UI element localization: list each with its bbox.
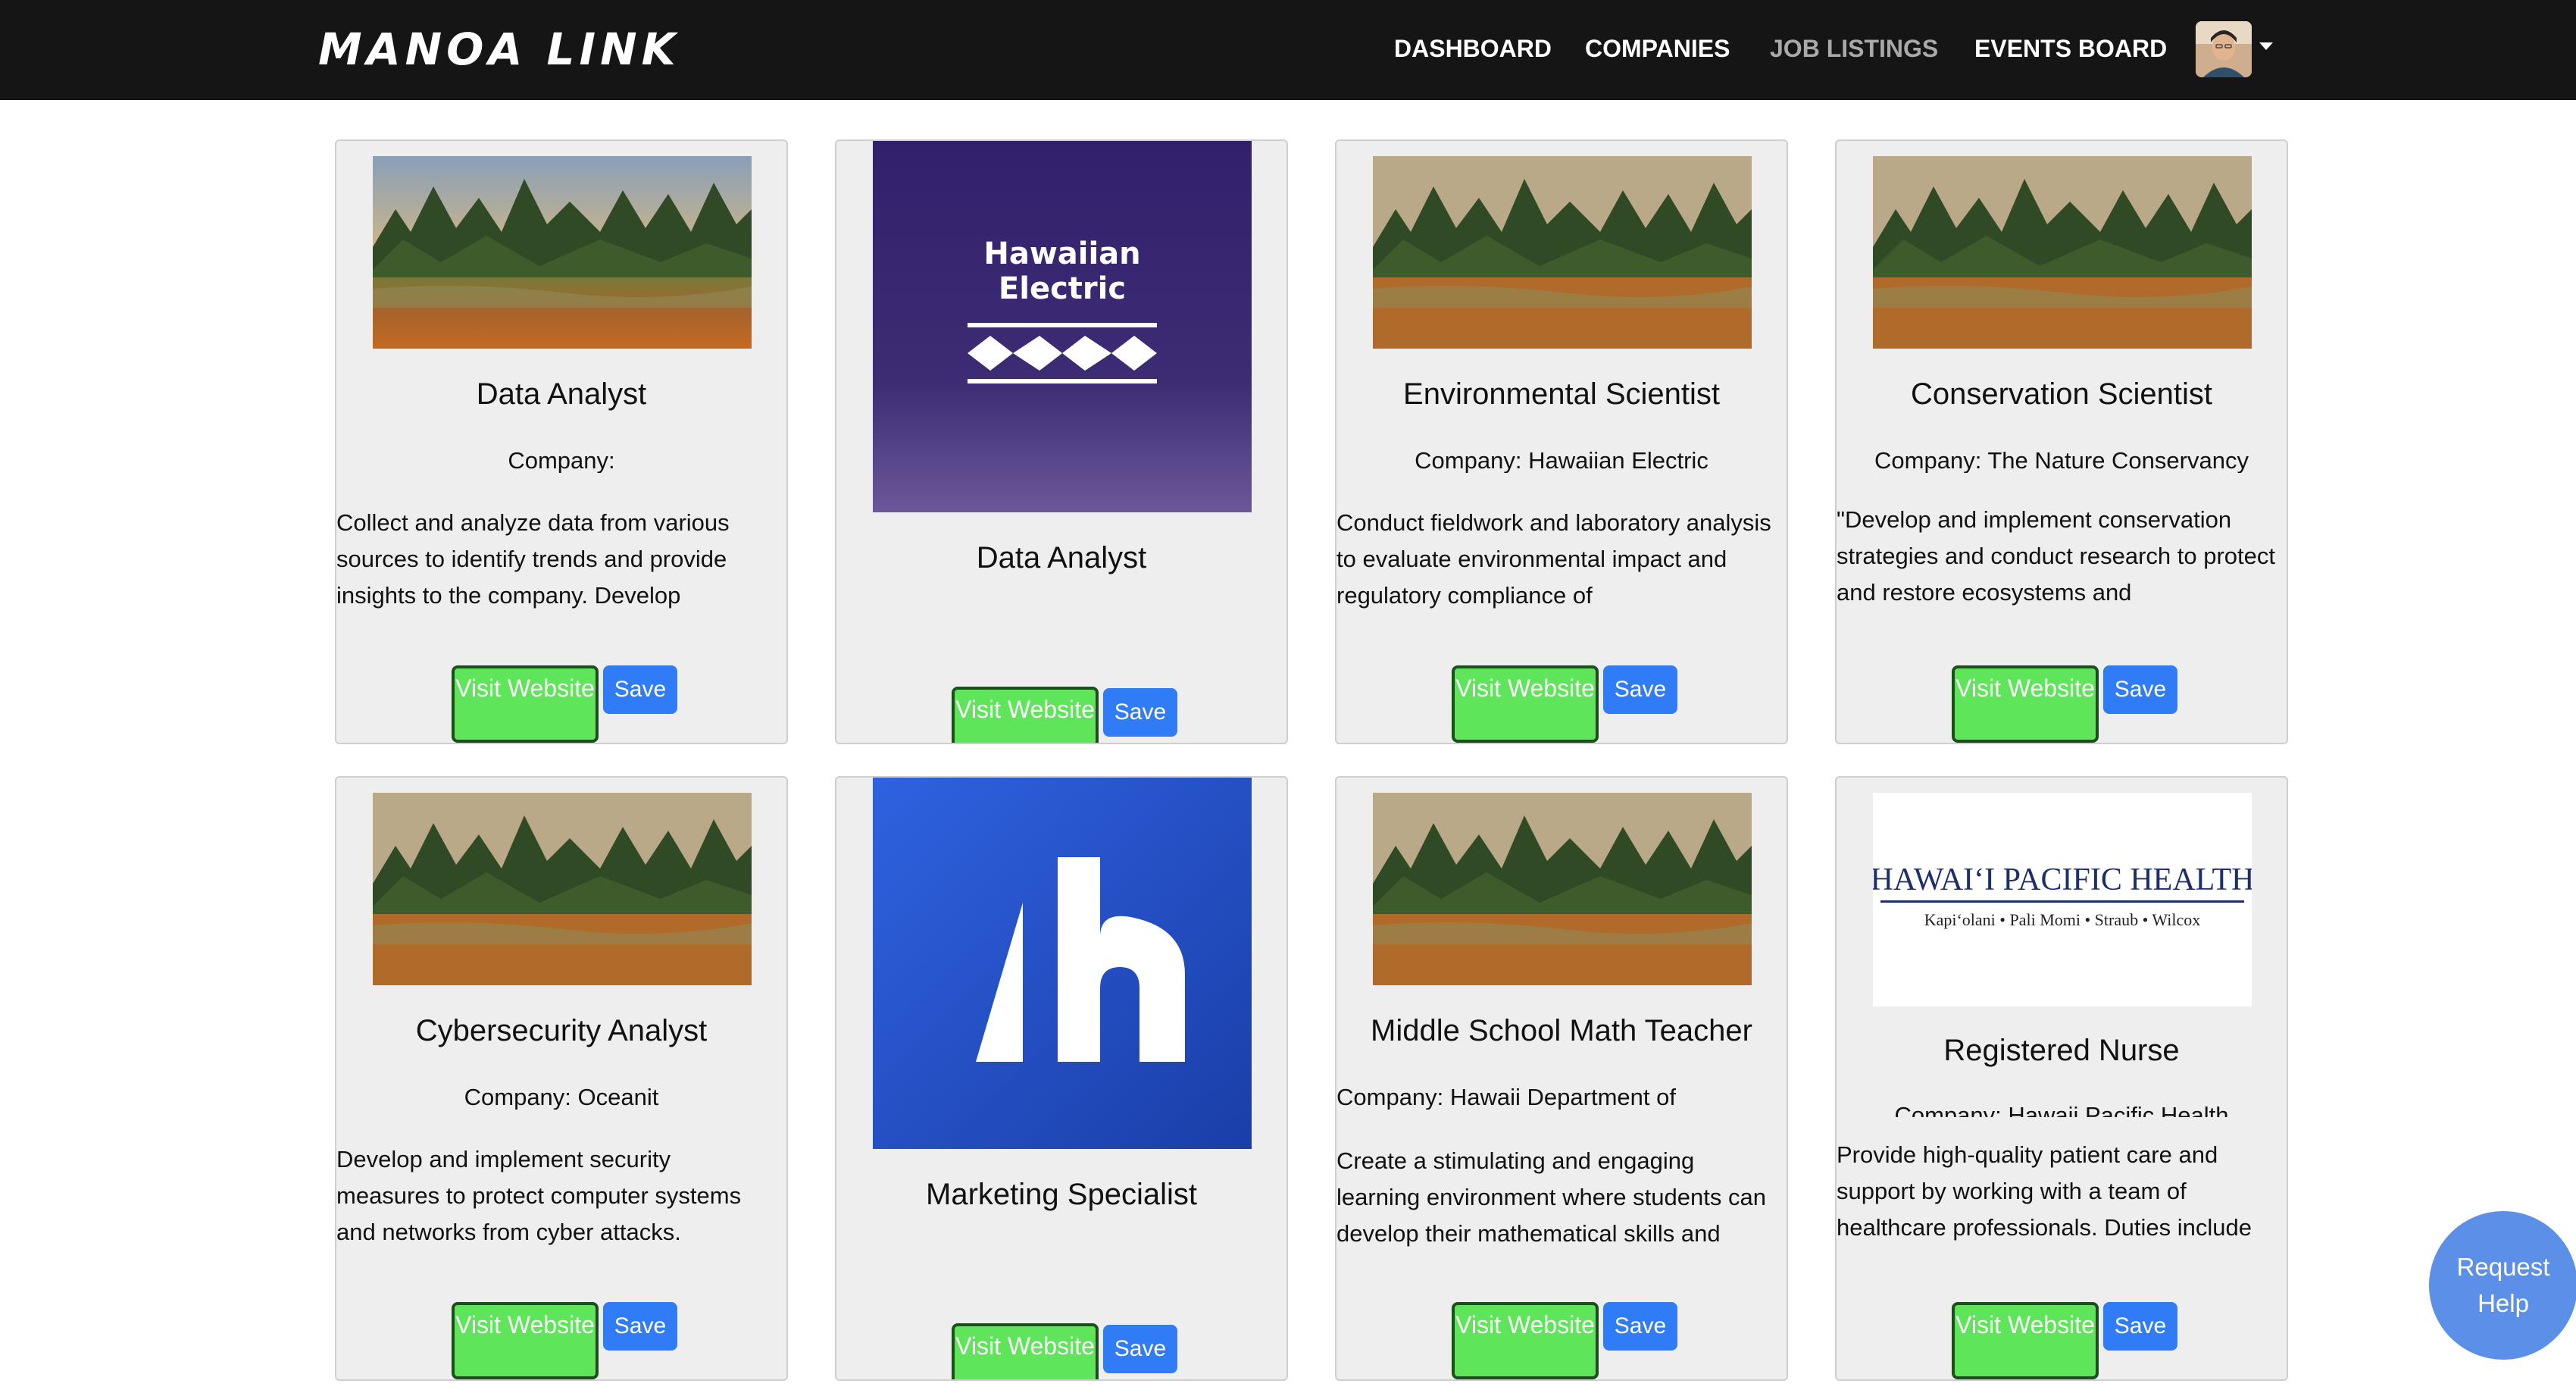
company-name: Company: Hawaii Department of (1336, 1084, 1676, 1110)
job-title: Data Analyst (976, 541, 1147, 574)
logo-text-line1: HAWAIʻI PACIFIC HEALTH (1873, 862, 2252, 897)
navbar: MANOA LINK DASHBOARD COMPANIES JOB LISTI… (0, 0, 2576, 100)
job-description: "Develop and implement conservation stra… (1837, 506, 2275, 606)
visit-website-button[interactable]: Visit Website (1952, 1302, 2099, 1379)
job-card: Hawaiian Electric Data Analyst Visit Web… (835, 139, 1288, 744)
hawaii-pacific-health-logo: HAWAIʻI PACIFIC HEALTH Kapiʻolani • Pali… (1873, 793, 2252, 1006)
nav-dashboard[interactable]: DASHBOARD (1394, 30, 1552, 67)
h-brand-logo (873, 778, 1252, 1149)
job-title: Registered Nurse (1943, 1034, 2180, 1067)
job-card: HAWAIʻI PACIFIC HEALTH Kapiʻolani • Pali… (1835, 776, 2288, 1381)
app-logo[interactable]: MANOA LINK (318, 24, 680, 74)
job-card: Environmental Scientist Company: Hawaiia… (1335, 139, 1788, 744)
job-description: Create a stimulating and engaging learni… (1336, 1147, 1766, 1247)
nav-job-listings[interactable]: JOB LISTINGS (1770, 30, 1938, 67)
save-button[interactable]: Save (1103, 688, 1177, 737)
job-card: Middle School Math Teacher Company: Hawa… (1335, 776, 1788, 1381)
visit-website-button[interactable]: Visit Website (452, 665, 599, 743)
company-name: Company: The Nature Conservancy (1874, 447, 2249, 473)
request-help-label: Request Help (2456, 1253, 2550, 1317)
avatar-photo-icon (2196, 21, 2252, 77)
landscape-image (373, 156, 752, 349)
job-title: Conservation Scientist (1911, 377, 2212, 411)
company-name: Company: Hawaii Pacific Health (1894, 1102, 2229, 1117)
save-button[interactable]: Save (2103, 1302, 2177, 1351)
nav-events-board[interactable]: EVENTS BOARD (1974, 30, 2167, 67)
job-description: Provide high-quality patient care and su… (1837, 1141, 2252, 1241)
job-card: Data Analyst Company: Collect and analyz… (335, 139, 788, 744)
request-help-button[interactable]: Request Help (2429, 1211, 2576, 1360)
job-title: Marketing Specialist (926, 1178, 1197, 1211)
job-title: Middle School Math Teacher (1371, 1014, 1752, 1047)
save-button[interactable]: Save (1603, 665, 1677, 714)
nav-companies[interactable]: COMPANIES (1585, 30, 1730, 67)
company-name: Company: (508, 447, 615, 473)
job-description: Collect and analyze data from various so… (336, 509, 730, 609)
company-name: Company: Oceanit (464, 1084, 659, 1110)
save-button[interactable]: Save (1103, 1325, 1177, 1373)
chevron-down-icon[interactable] (2259, 42, 2273, 50)
visit-website-button[interactable]: Visit Website (952, 687, 1099, 743)
landscape-image (1373, 793, 1752, 985)
logo-text-line2: Electric (999, 271, 1126, 306)
visit-website-button[interactable]: Visit Website (1452, 665, 1599, 743)
save-button[interactable]: Save (1603, 1302, 1677, 1351)
logo-text-line1: Hawaiian (983, 236, 1140, 271)
save-button[interactable]: Save (603, 665, 677, 714)
visit-website-button[interactable]: Visit Website (952, 1323, 1099, 1379)
job-card: Marketing Specialist Visit Website Save (835, 776, 1288, 1381)
visit-website-button[interactable]: Visit Website (1452, 1302, 1599, 1379)
hawaiian-electric-logo: Hawaiian Electric (873, 141, 1252, 512)
job-card: Cybersecurity Analyst Company: Oceanit D… (335, 776, 788, 1381)
job-title: Cybersecurity Analyst (415, 1014, 708, 1047)
landscape-image (1373, 156, 1752, 349)
job-title: Data Analyst (476, 377, 647, 411)
job-title: Environmental Scientist (1403, 377, 1720, 411)
user-avatar[interactable] (2196, 21, 2252, 77)
company-name: Company: Hawaiian Electric (1415, 447, 1708, 473)
save-button[interactable]: Save (2103, 665, 2177, 714)
landscape-image (1873, 156, 2252, 349)
visit-website-button[interactable]: Visit Website (452, 1302, 599, 1379)
logo-text-line2: Kapiʻolani • Pali Momi • Straub • Wilcox (1924, 910, 2201, 929)
save-button[interactable]: Save (603, 1302, 677, 1351)
job-description: Conduct fieldwork and laboratory analysi… (1336, 509, 1771, 609)
landscape-image (373, 793, 752, 985)
job-card: Conservation Scientist Company: The Natu… (1835, 139, 2288, 744)
visit-website-button[interactable]: Visit Website (1952, 665, 2099, 743)
job-description: Develop and implement security measures … (336, 1146, 742, 1245)
